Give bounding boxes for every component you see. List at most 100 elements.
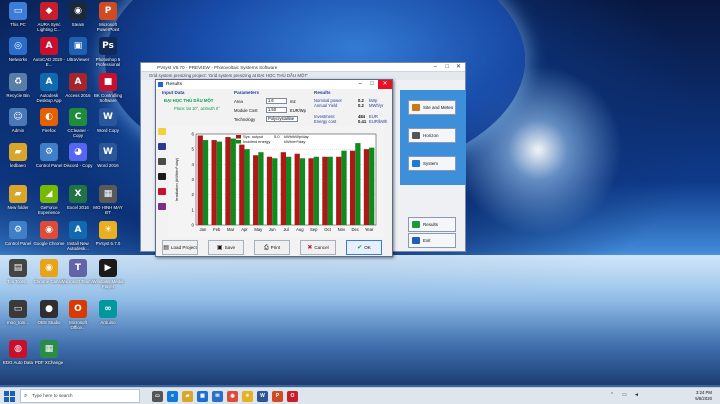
result-row: Energy cost 0.41 EUR/kWh [314, 119, 392, 124]
desktop-icon[interactable]: ♻ Recycle Bin [2, 73, 34, 111]
bar-sys-output [336, 156, 342, 225]
desktop-icon[interactable]: Ps Photoshop 5 Professional [92, 37, 124, 75]
side-button-system[interactable]: System [408, 156, 456, 171]
desktop-icon[interactable]: ▶ Windows Media Player [92, 259, 124, 297]
ok-button[interactable]: ✔ OK [346, 240, 382, 255]
edge-icon[interactable]: e [167, 391, 178, 402]
desktop-icon[interactable]: C CCleaner - Copy [62, 108, 94, 146]
desktop-icon[interactable]: ☀ PVsyst 6.7.0 [92, 221, 124, 259]
desktop-icon[interactable]: ▰ ledbaeo [2, 143, 34, 181]
desktop-icon-label: MO HINH MAY ĐT [93, 205, 123, 215]
desktop-icon[interactable]: X Excel 2016 [62, 185, 94, 223]
pvsyst-icon[interactable]: ☀ [242, 391, 253, 402]
desktop-icon[interactable]: ▣ UltraViewer [62, 37, 94, 75]
table-icon[interactable] [158, 173, 166, 180]
module-icon[interactable] [158, 143, 166, 150]
desktop-icon-label: Google Chrome [33, 241, 65, 246]
desktop-icon[interactable]: A Autodesk Desktop App [33, 73, 65, 111]
search-placeholder: Type here to search [32, 393, 73, 398]
desktop-icon[interactable]: A Access 2016 [62, 73, 94, 111]
desktop-icon[interactable]: ▦ PDF XChange [33, 340, 65, 378]
desktop-icon[interactable]: ∞ Arduino [92, 300, 124, 338]
powerpoint-icon[interactable]: P [272, 391, 283, 402]
chrome-icon[interactable]: ◉ [227, 391, 238, 402]
parameter-value-field[interactable]: 1.6 [266, 98, 287, 104]
graph-icon[interactable] [158, 158, 166, 165]
dialog-close-icon[interactable]: ✕ [378, 80, 392, 89]
minimize-icon[interactable]: – [434, 63, 437, 72]
parameter-unit: m2 [290, 99, 296, 104]
minimize-icon[interactable]: – [359, 80, 362, 89]
parameters-heading: Parameters [234, 90, 260, 95]
input-data-panel: Input Data ĐẠI HỌC THỦ DẦU MỘT Place: la… [160, 90, 232, 124]
settings-icon[interactable] [158, 203, 166, 210]
close-icon[interactable]: ✕ [456, 63, 461, 72]
desktop-icon[interactable]: ⚙ Control Panel [2, 221, 34, 259]
desktop-icon[interactable]: ◍ EDG Auto Data [2, 340, 34, 378]
desktop-icon-label: Firefox [42, 128, 56, 133]
results-dialog-titlebar: Results [156, 80, 392, 89]
side-button-results[interactable]: Results [408, 217, 456, 232]
button-label: OK [364, 245, 371, 250]
desktop-icon[interactable]: ▦ MO HINH MAY ĐT [92, 185, 124, 223]
app-icon: ▰ [9, 143, 27, 161]
x-tick-label: Aug [296, 227, 304, 232]
desktop-icon[interactable]: ◎ Networks [2, 37, 34, 75]
desktop-icon[interactable]: W Word Copy [92, 108, 124, 146]
save-button[interactable]: ▣ Save [208, 240, 244, 255]
desktop-icon[interactable]: P Microsoft PowerPoint [92, 2, 124, 40]
desktop-icon[interactable]: ⚙ Control Panel [33, 143, 65, 181]
desktop-icon[interactable]: ◉ Google Chrome [33, 221, 65, 259]
volume-icon[interactable]: ◄ [634, 392, 639, 398]
word-icon[interactable]: W [257, 391, 268, 402]
desktop-icon[interactable]: ▤ Toll Tools... [2, 259, 34, 297]
desktop-icon-label: Control Panel [4, 241, 32, 246]
mail-icon[interactable]: ✉ [212, 391, 223, 402]
desktop-icon[interactable]: W Word 2016 [92, 143, 124, 181]
side-button-exit[interactable]: Exit [408, 233, 456, 248]
task-view-icon[interactable]: ▭ [152, 391, 163, 402]
parameter-value-field[interactable]: Polycrystalline [266, 116, 298, 122]
desktop-icon[interactable]: ▭ This PC [2, 2, 34, 40]
desktop-icon[interactable]: ◐ Firefox [33, 108, 65, 146]
desktop-icon[interactable]: O Microsoft Office... [62, 300, 94, 338]
load-project-button[interactable]: ▤ Load Project [162, 240, 198, 255]
cancel-button[interactable]: ✖ Cancel [300, 240, 336, 255]
parameter-value-field[interactable]: 1.50 [266, 107, 287, 113]
desktop-icon-label: New folder [7, 205, 29, 210]
cost-icon[interactable] [158, 188, 166, 195]
desktop-icon[interactable]: ◆ AURA Sync Lighting C... [33, 2, 65, 40]
sun-icon[interactable] [158, 128, 166, 135]
store-icon[interactable]: ▦ [197, 391, 208, 402]
desktop-icon[interactable]: ● OBS Studio [33, 300, 65, 338]
start-button[interactable] [4, 391, 15, 402]
maximize-icon[interactable]: □ [370, 80, 374, 89]
side-button-horizon[interactable]: Horizon [408, 128, 456, 143]
desktop-icon[interactable]: ◢ GeForce Experience [33, 185, 65, 223]
desktop-icon[interactable]: ◉ Chrome Canary [33, 259, 65, 297]
desktop-icon[interactable]: ◉ Steam [62, 2, 94, 40]
file-explorer-icon[interactable]: ▰ [182, 391, 193, 402]
desktop-icon[interactable]: ▭ moo_tom... [2, 300, 34, 338]
desktop-icon[interactable]: A AutoCAD 2020 - E... [33, 37, 65, 75]
network-icon[interactable]: ▭ [622, 392, 627, 398]
opera-icon[interactable]: O [287, 391, 298, 402]
chevron-up-icon[interactable]: ⌃ [610, 392, 614, 398]
app-icon: ● [40, 300, 58, 318]
desktop-icon[interactable]: ◕ Discord - Copy [62, 143, 94, 181]
desktop-icon[interactable]: ▰ New folder [2, 185, 34, 223]
desktop-icon[interactable]: ■ BK Controlling Software [92, 73, 124, 111]
app-icon: ☺ [9, 108, 27, 126]
taskbar-search-input[interactable]: ⌕ Type here to search [20, 389, 140, 403]
desktop-icon-label: Word 2016 [97, 163, 119, 168]
system-clock[interactable]: 3:24 PM 5/8/2020 [695, 390, 712, 402]
print-button[interactable]: ⎙ Print [254, 240, 290, 255]
side-button-site-and-meteo[interactable]: Site and Meteo [408, 100, 456, 115]
desktop-icon-label: PVsyst 6.7.0 [95, 241, 121, 246]
desktop-icon[interactable]: A Install New Autodesk... [62, 221, 94, 259]
result-value: 0.2 [358, 103, 364, 108]
desktop-icon[interactable]: T Microsoft Teams [62, 259, 94, 297]
desktop-icon[interactable]: ☺ Admin [2, 108, 34, 146]
maximize-icon[interactable]: □ [445, 63, 449, 72]
bar-sys-output [349, 150, 356, 225]
